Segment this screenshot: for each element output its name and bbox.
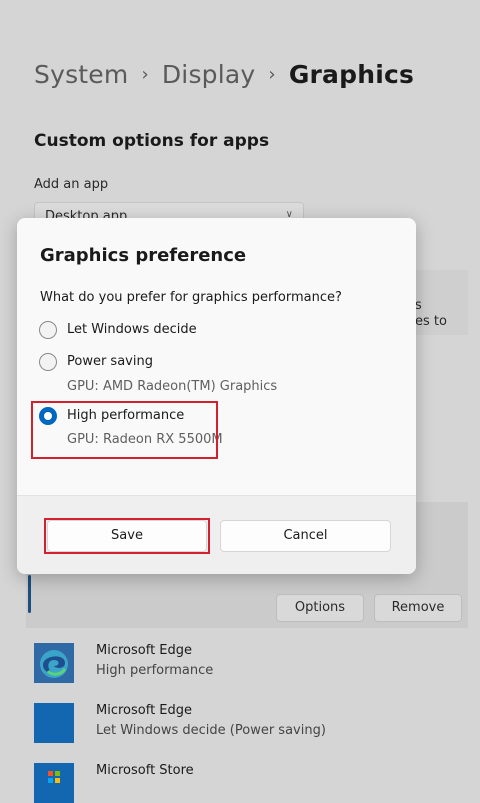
app-setting: High performance <box>96 663 214 678</box>
app-setting: Let Windows decide (Power saving) <box>96 723 326 738</box>
radio-let-windows-decide[interactable]: Let Windows decide <box>39 321 239 341</box>
breadcrumb-current: Graphics <box>288 60 415 89</box>
breadcrumb-display[interactable]: Display <box>162 60 256 89</box>
gpu-info: GPU: AMD Radeon(TM) Graphics <box>67 379 278 394</box>
list-item[interactable]: Microsoft Edge Let Windows decide (Power… <box>34 703 454 747</box>
list-item[interactable]: Microsoft Store <box>34 763 454 803</box>
radio-button[interactable] <box>39 321 57 339</box>
app-name: Microsoft Store <box>96 763 194 778</box>
options-button[interactable]: Options <box>276 594 364 622</box>
add-app-label: Add an app <box>34 177 109 192</box>
background-card-text: s es to <box>415 298 447 329</box>
breadcrumb: System › Display › Graphics <box>34 60 414 89</box>
highlight-box <box>44 518 210 554</box>
radio-label: Power saving <box>67 354 153 369</box>
store-icon <box>34 763 74 803</box>
breadcrumb-separator-icon: › <box>268 64 276 85</box>
list-item[interactable]: Microsoft Edge High performance <box>34 643 454 687</box>
graphics-preference-dialog: Graphics preference What do you prefer f… <box>17 218 416 574</box>
app-placeholder-icon <box>34 703 74 743</box>
radio-button[interactable] <box>39 353 57 371</box>
radio-power-saving[interactable]: Power saving GPU: AMD Radeon(TM) Graphic… <box>39 353 289 395</box>
cancel-button[interactable]: Cancel <box>220 520 391 552</box>
highlight-box <box>31 401 218 459</box>
radio-label: Let Windows decide <box>67 322 197 337</box>
breadcrumb-system[interactable]: System <box>34 60 128 89</box>
dialog-title: Graphics preference <box>40 245 247 266</box>
remove-button[interactable]: Remove <box>374 594 462 622</box>
edge-icon <box>34 643 74 683</box>
app-name: Microsoft Edge <box>96 643 193 658</box>
app-name: Microsoft Edge <box>96 703 193 718</box>
selection-indicator <box>28 575 31 613</box>
settings-page: System › Display › Graphics Custom options f… <box>0 0 480 803</box>
breadcrumb-separator-icon: › <box>141 64 149 85</box>
section-title: Custom options for apps <box>34 131 270 151</box>
dialog-question: What do you prefer for graphics performa… <box>40 290 342 305</box>
